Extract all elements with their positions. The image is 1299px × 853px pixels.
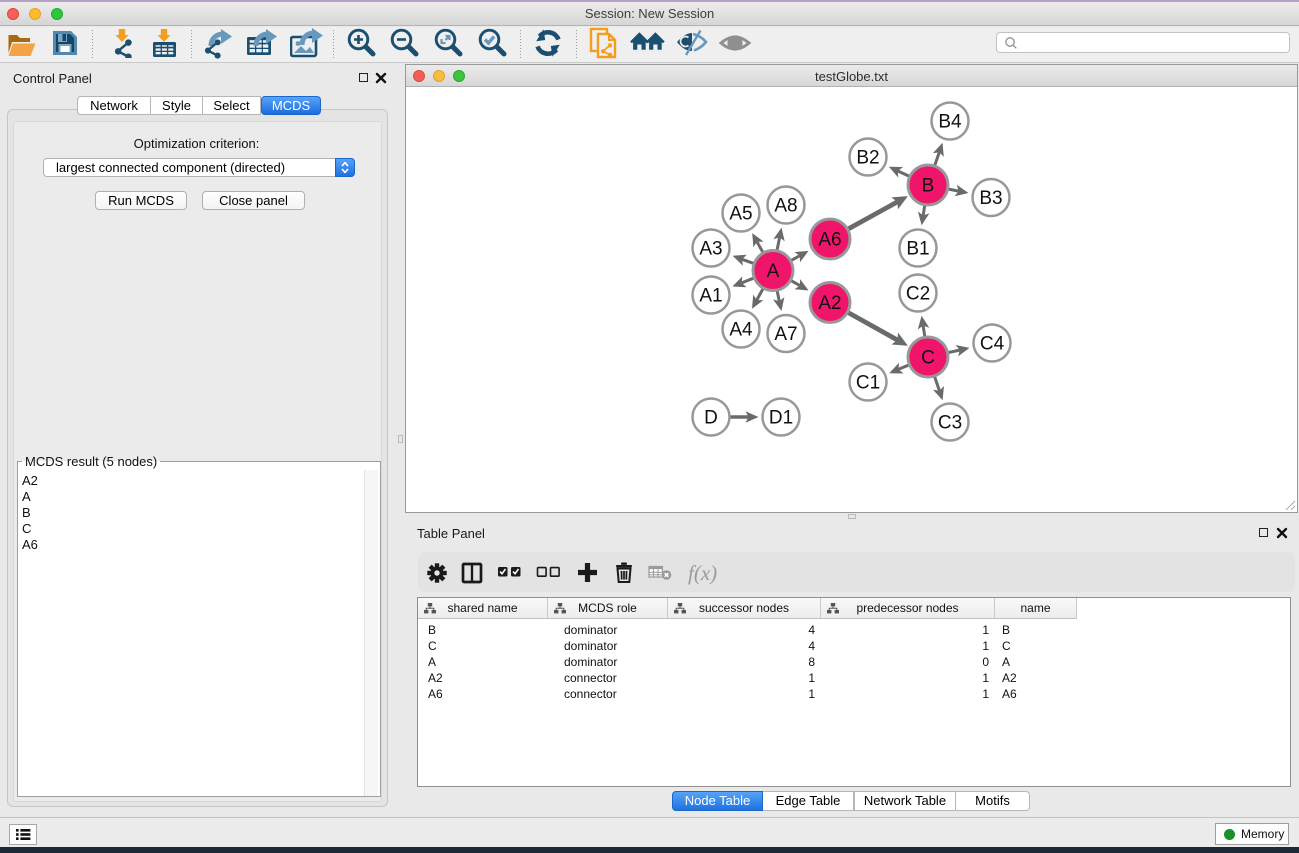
svg-text:B1: B1	[906, 239, 929, 260]
svg-text:A6: A6	[818, 230, 841, 251]
svg-text:A5: A5	[729, 204, 752, 225]
svg-text:C3: C3	[938, 413, 962, 434]
svg-text:B3: B3	[979, 188, 1002, 209]
svg-text:D1: D1	[769, 408, 793, 429]
svg-text:D: D	[704, 408, 718, 429]
svg-text:C4: C4	[980, 334, 1005, 355]
svg-text:A: A	[767, 261, 780, 282]
svg-text:C1: C1	[856, 373, 880, 394]
svg-text:B4: B4	[938, 112, 962, 133]
svg-text:A3: A3	[699, 239, 722, 260]
svg-text:A4: A4	[729, 320, 753, 341]
svg-text:C: C	[921, 348, 935, 369]
svg-text:A2: A2	[818, 293, 841, 314]
svg-text:B2: B2	[856, 148, 879, 169]
svg-text:C2: C2	[906, 284, 930, 305]
svg-text:B: B	[922, 176, 935, 197]
svg-text:A8: A8	[774, 196, 797, 217]
svg-text:A1: A1	[699, 286, 722, 307]
svg-text:A7: A7	[774, 324, 797, 345]
